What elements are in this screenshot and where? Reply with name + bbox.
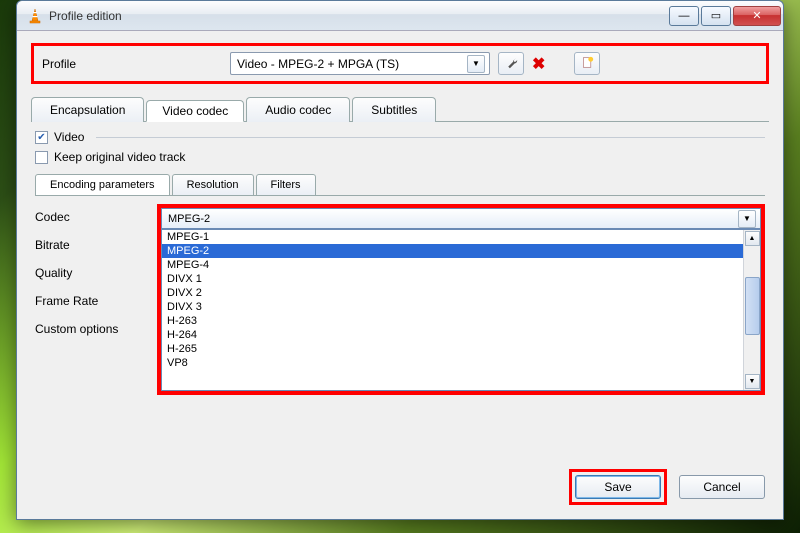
chevron-down-icon: ▼ <box>738 210 756 228</box>
tab-audio-codec[interactable]: Audio codec <box>246 97 350 122</box>
listbox-scrollbar: ▲ ▼ <box>743 230 760 390</box>
video-checkbox-label: Video <box>54 130 84 144</box>
codec-option[interactable]: DIVX 2 <box>162 286 743 300</box>
titlebar[interactable]: Profile edition — ▭ ✕ <box>17 1 783 31</box>
close-button[interactable]: ✕ <box>733 6 781 26</box>
bitrate-label: Bitrate <box>35 238 145 252</box>
codec-option[interactable]: MPEG-1 <box>162 230 743 244</box>
video-checkbox-row: ✔ Video <box>35 130 765 144</box>
subtab-filters[interactable]: Filters <box>256 174 316 195</box>
minimize-button[interactable]: — <box>669 6 699 26</box>
video-checkbox[interactable]: ✔ <box>35 131 48 144</box>
client-area: Profile Video - MPEG-2 + MPGA (TS) ▼ ✖ E… <box>17 31 783 519</box>
custom-options-label: Custom options <box>35 322 145 336</box>
codec-combobox[interactable]: MPEG-2 ▼ <box>161 208 761 229</box>
chevron-down-icon: ▼ <box>467 55 485 73</box>
scroll-thumb[interactable] <box>745 277 760 335</box>
codec-option[interactable]: H-263 <box>162 314 743 328</box>
param-labels: Codec Bitrate Quality Frame Rate Custom … <box>35 204 145 395</box>
profile-selected-text: Video - MPEG-2 + MPGA (TS) <box>237 57 399 71</box>
save-button[interactable]: Save <box>575 475 661 499</box>
subtab-encoding[interactable]: Encoding parameters <box>35 174 170 195</box>
framerate-label: Frame Rate <box>35 294 145 308</box>
encoding-subtabs: Encoding parameters Resolution Filters <box>35 174 765 196</box>
main-tabs: Encapsulation Video codec Audio codec Su… <box>31 96 769 122</box>
quality-label: Quality <box>35 266 145 280</box>
keep-original-row: Keep original video track <box>35 150 765 164</box>
edit-profile-button[interactable] <box>498 52 524 75</box>
codec-option[interactable]: DIVX 3 <box>162 300 743 314</box>
profile-selector-row: Profile Video - MPEG-2 + MPGA (TS) ▼ ✖ <box>31 43 769 84</box>
codec-option[interactable]: H-265 <box>162 342 743 356</box>
wrench-icon <box>505 56 518 72</box>
divider <box>96 137 765 138</box>
tab-encapsulation[interactable]: Encapsulation <box>31 97 144 122</box>
vlc-cone-icon <box>27 8 43 24</box>
window-controls: — ▭ ✕ <box>667 6 781 26</box>
save-highlight: Save <box>569 469 667 505</box>
scroll-up-button[interactable]: ▲ <box>745 231 760 246</box>
codec-option[interactable]: DIVX 1 <box>162 272 743 286</box>
codec-option[interactable]: MPEG-2 <box>162 244 743 258</box>
codec-dropdown-area: MPEG-2 ▼ MPEG-1MPEG-2MPEG-4DIVX 1DIVX 2D… <box>157 204 765 395</box>
cancel-button[interactable]: Cancel <box>679 475 765 499</box>
encoding-parameters-panel: Codec Bitrate Quality Frame Rate Custom … <box>35 204 765 395</box>
codec-option[interactable]: VP8 <box>162 356 743 370</box>
dialog-buttons: Save Cancel <box>569 469 765 505</box>
new-file-icon <box>581 56 594 72</box>
profile-combobox[interactable]: Video - MPEG-2 + MPGA (TS) ▼ <box>230 52 490 75</box>
delete-profile-button[interactable]: ✖ <box>532 54 552 74</box>
profile-edition-dialog: Profile edition — ▭ ✕ Profile Video - MP… <box>16 0 784 520</box>
subtab-resolution[interactable]: Resolution <box>172 174 254 195</box>
tab-subtitles[interactable]: Subtitles <box>352 97 436 122</box>
window-title: Profile edition <box>49 9 667 23</box>
new-profile-button[interactable] <box>574 52 600 75</box>
maximize-button[interactable]: ▭ <box>701 6 731 26</box>
scroll-down-button[interactable]: ▼ <box>745 374 760 389</box>
codec-option[interactable]: MPEG-4 <box>162 258 743 272</box>
codec-label: Codec <box>35 210 145 224</box>
profile-label: Profile <box>42 57 222 71</box>
codec-listbox: MPEG-1MPEG-2MPEG-4DIVX 1DIVX 2DIVX 3H-26… <box>161 229 761 391</box>
close-icon: ✖ <box>532 56 545 73</box>
keep-original-label: Keep original video track <box>54 150 185 164</box>
keep-original-checkbox[interactable] <box>35 151 48 164</box>
tab-video-codec[interactable]: Video codec <box>146 100 244 122</box>
codec-list-content: MPEG-1MPEG-2MPEG-4DIVX 1DIVX 2DIVX 3H-26… <box>162 230 743 390</box>
codec-option[interactable]: H-264 <box>162 328 743 342</box>
codec-selected-text: MPEG-2 <box>168 213 210 225</box>
